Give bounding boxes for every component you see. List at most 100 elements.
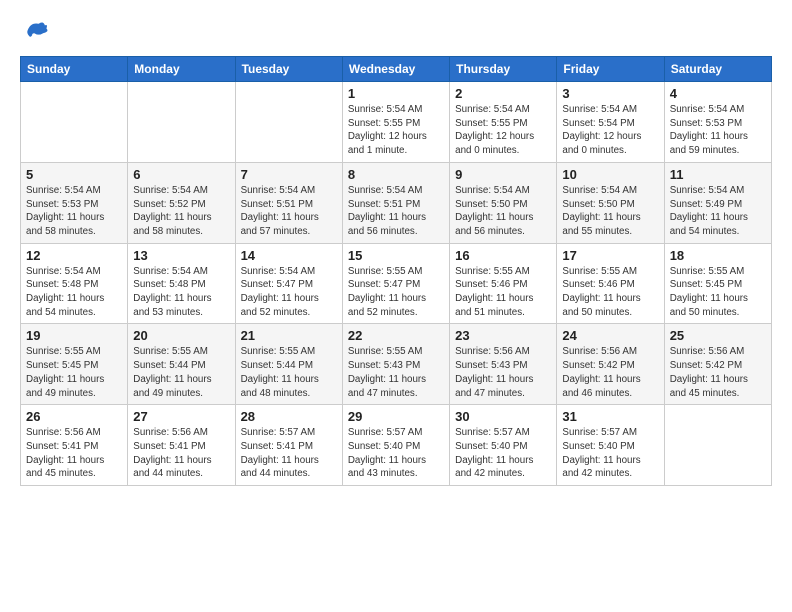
day-number: 30 <box>455 409 551 424</box>
day-detail: Sunrise: 5:54 AM Sunset: 5:49 PM Dayligh… <box>670 184 766 239</box>
day-detail: Sunrise: 5:55 AM Sunset: 5:44 PM Dayligh… <box>241 345 337 400</box>
day-number: 23 <box>455 328 551 343</box>
calendar-cell: 9Sunrise: 5:54 AM Sunset: 5:50 PM Daylig… <box>450 162 557 243</box>
day-detail: Sunrise: 5:54 AM Sunset: 5:48 PM Dayligh… <box>26 265 122 320</box>
day-number: 15 <box>348 248 444 263</box>
day-detail: Sunrise: 5:55 AM Sunset: 5:46 PM Dayligh… <box>562 265 658 320</box>
day-number: 25 <box>670 328 766 343</box>
day-detail: Sunrise: 5:55 AM Sunset: 5:43 PM Dayligh… <box>348 345 444 400</box>
day-number: 31 <box>562 409 658 424</box>
calendar-week-5: 26 Sunrise: 5:56 AM Sunset: 5:41 PM Dayli… <box>21 405 772 486</box>
calendar-week-3: 12 Sunrise: 5:54 AM Sunset: 5:48 PM Dayli… <box>21 243 772 324</box>
logo <box>20 16 52 44</box>
calendar-cell: 8Sunrise: 5:54 AM Sunset: 5:51 PM Daylig… <box>342 162 449 243</box>
day-detail: Sunrise: 5:54 AM Sunset: 5:51 PM Dayligh… <box>241 184 337 239</box>
day-number: 14 <box>241 248 337 263</box>
day-number: 27 <box>133 409 229 424</box>
day-detail: Sunrise: 5:54 AM Sunset: 5:52 PM Dayligh… <box>133 184 229 239</box>
day-detail: Sunrise: 5:57 AM Sunset: 5:40 PM Dayligh… <box>455 426 551 481</box>
day-detail: Sunrise: 5:56 AM Sunset: 5:43 PM Dayligh… <box>455 345 551 400</box>
calendar-cell: 10Sunrise: 5:54 AM Sunset: 5:50 PM Dayli… <box>557 162 664 243</box>
day-detail: Sunrise: 5:54 AM Sunset: 5:53 PM Dayligh… <box>26 184 122 239</box>
day-number: 18 <box>670 248 766 263</box>
day-number: 28 <box>241 409 337 424</box>
day-detail: Sunrise: 5:57 AM Sunset: 5:40 PM Dayligh… <box>562 426 658 481</box>
day-number: 19 <box>26 328 122 343</box>
calendar-cell: 2Sunrise: 5:54 AM Sunset: 5:55 PM Daylig… <box>450 82 557 163</box>
day-number: 5 <box>26 167 122 182</box>
calendar-cell: 27Sunrise: 5:56 AM Sunset: 5:41 PM Dayli… <box>128 405 235 486</box>
calendar-cell: 4 Sunrise: 5:54 AM Sunset: 5:53 PM Daylig… <box>664 82 771 163</box>
day-detail: Sunrise: 5:54 AM Sunset: 5:53 PM Dayligh… <box>670 103 766 158</box>
day-number: 21 <box>241 328 337 343</box>
calendar-header: SundayMondayTuesdayWednesdayThursdayFrid… <box>21 57 772 82</box>
day-number: 13 <box>133 248 229 263</box>
day-detail: Sunrise: 5:54 AM Sunset: 5:55 PM Dayligh… <box>455 103 551 158</box>
day-detail: Sunrise: 5:55 AM Sunset: 5:45 PM Dayligh… <box>26 345 122 400</box>
day-detail: Sunrise: 5:54 AM Sunset: 5:55 PM Dayligh… <box>348 103 444 158</box>
day-number: 16 <box>455 248 551 263</box>
day-number: 26 <box>26 409 122 424</box>
calendar-cell: 28 Sunrise: 5:57 AM Sunset: 5:41 PM Dayli… <box>235 405 342 486</box>
day-number: 24 <box>562 328 658 343</box>
day-number: 20 <box>133 328 229 343</box>
logo-icon <box>20 16 48 44</box>
day-detail: Sunrise: 5:55 AM Sunset: 5:46 PM Dayligh… <box>455 265 551 320</box>
day-number: 7 <box>241 167 337 182</box>
day-detail: Sunrise: 5:56 AM Sunset: 5:41 PM Dayligh… <box>26 426 122 481</box>
weekday-header-sunday: Sunday <box>21 57 128 82</box>
calendar-week-1: 1 Sunrise: 5:54 AM Sunset: 5:55 PM Daylig… <box>21 82 772 163</box>
day-number: 1 <box>348 86 444 101</box>
calendar-cell: 29 Sunrise: 5:57 AM Sunset: 5:40 PM Dayli… <box>342 405 449 486</box>
calendar-cell <box>235 82 342 163</box>
calendar-cell: 21 Sunrise: 5:55 AM Sunset: 5:44 PM Dayli… <box>235 324 342 405</box>
calendar-cell: 14 Sunrise: 5:54 AM Sunset: 5:47 PM Dayli… <box>235 243 342 324</box>
calendar-cell: 12 Sunrise: 5:54 AM Sunset: 5:48 PM Dayli… <box>21 243 128 324</box>
calendar-cell <box>664 405 771 486</box>
day-detail: Sunrise: 5:55 AM Sunset: 5:44 PM Dayligh… <box>133 345 229 400</box>
weekday-header-wednesday: Wednesday <box>342 57 449 82</box>
day-number: 3 <box>562 86 658 101</box>
day-detail: Sunrise: 5:55 AM Sunset: 5:47 PM Dayligh… <box>348 265 444 320</box>
calendar-cell: 6 Sunrise: 5:54 AM Sunset: 5:52 PM Daylig… <box>128 162 235 243</box>
day-detail: Sunrise: 5:54 AM Sunset: 5:51 PM Dayligh… <box>348 184 444 239</box>
day-detail: Sunrise: 5:54 AM Sunset: 5:48 PM Dayligh… <box>133 265 229 320</box>
day-detail: Sunrise: 5:57 AM Sunset: 5:40 PM Dayligh… <box>348 426 444 481</box>
day-detail: Sunrise: 5:56 AM Sunset: 5:42 PM Dayligh… <box>670 345 766 400</box>
day-detail: Sunrise: 5:56 AM Sunset: 5:42 PM Dayligh… <box>562 345 658 400</box>
day-detail: Sunrise: 5:54 AM Sunset: 5:47 PM Dayligh… <box>241 265 337 320</box>
day-detail: Sunrise: 5:57 AM Sunset: 5:41 PM Dayligh… <box>241 426 337 481</box>
calendar-cell: 31 Sunrise: 5:57 AM Sunset: 5:40 PM Dayli… <box>557 405 664 486</box>
calendar-cell: 23 Sunrise: 5:56 AM Sunset: 5:43 PM Dayli… <box>450 324 557 405</box>
calendar-cell: 16 Sunrise: 5:55 AM Sunset: 5:46 PM Dayli… <box>450 243 557 324</box>
calendar-cell: 11Sunrise: 5:54 AM Sunset: 5:49 PM Dayli… <box>664 162 771 243</box>
calendar-cell: 13 Sunrise: 5:54 AM Sunset: 5:48 PM Dayli… <box>128 243 235 324</box>
calendar-week-2: 5 Sunrise: 5:54 AM Sunset: 5:53 PM Daylig… <box>21 162 772 243</box>
weekday-header-tuesday: Tuesday <box>235 57 342 82</box>
calendar-cell: 24 Sunrise: 5:56 AM Sunset: 5:42 PM Dayli… <box>557 324 664 405</box>
calendar-cell: 30 Sunrise: 5:57 AM Sunset: 5:40 PM Dayli… <box>450 405 557 486</box>
calendar-cell: 7 Sunrise: 5:54 AM Sunset: 5:51 PM Daylig… <box>235 162 342 243</box>
day-number: 4 <box>670 86 766 101</box>
day-detail: Sunrise: 5:54 AM Sunset: 5:50 PM Dayligh… <box>455 184 551 239</box>
day-number: 12 <box>26 248 122 263</box>
calendar-cell: 17 Sunrise: 5:55 AM Sunset: 5:46 PM Dayli… <box>557 243 664 324</box>
calendar-cell <box>128 82 235 163</box>
calendar-cell: 22 Sunrise: 5:55 AM Sunset: 5:43 PM Dayli… <box>342 324 449 405</box>
calendar-body: 1 Sunrise: 5:54 AM Sunset: 5:55 PM Daylig… <box>21 82 772 486</box>
calendar-cell: 18Sunrise: 5:55 AM Sunset: 5:45 PM Dayli… <box>664 243 771 324</box>
day-number: 22 <box>348 328 444 343</box>
calendar-cell <box>21 82 128 163</box>
calendar-cell: 26 Sunrise: 5:56 AM Sunset: 5:41 PM Dayli… <box>21 405 128 486</box>
day-number: 29 <box>348 409 444 424</box>
calendar-week-4: 19 Sunrise: 5:55 AM Sunset: 5:45 PM Dayli… <box>21 324 772 405</box>
weekday-header-row: SundayMondayTuesdayWednesdayThursdayFrid… <box>21 57 772 82</box>
weekday-header-thursday: Thursday <box>450 57 557 82</box>
calendar-cell: 19 Sunrise: 5:55 AM Sunset: 5:45 PM Dayli… <box>21 324 128 405</box>
day-detail: Sunrise: 5:54 AM Sunset: 5:54 PM Dayligh… <box>562 103 658 158</box>
day-detail: Sunrise: 5:54 AM Sunset: 5:50 PM Dayligh… <box>562 184 658 239</box>
day-number: 6 <box>133 167 229 182</box>
day-number: 17 <box>562 248 658 263</box>
weekday-header-friday: Friday <box>557 57 664 82</box>
calendar-cell: 1 Sunrise: 5:54 AM Sunset: 5:55 PM Daylig… <box>342 82 449 163</box>
